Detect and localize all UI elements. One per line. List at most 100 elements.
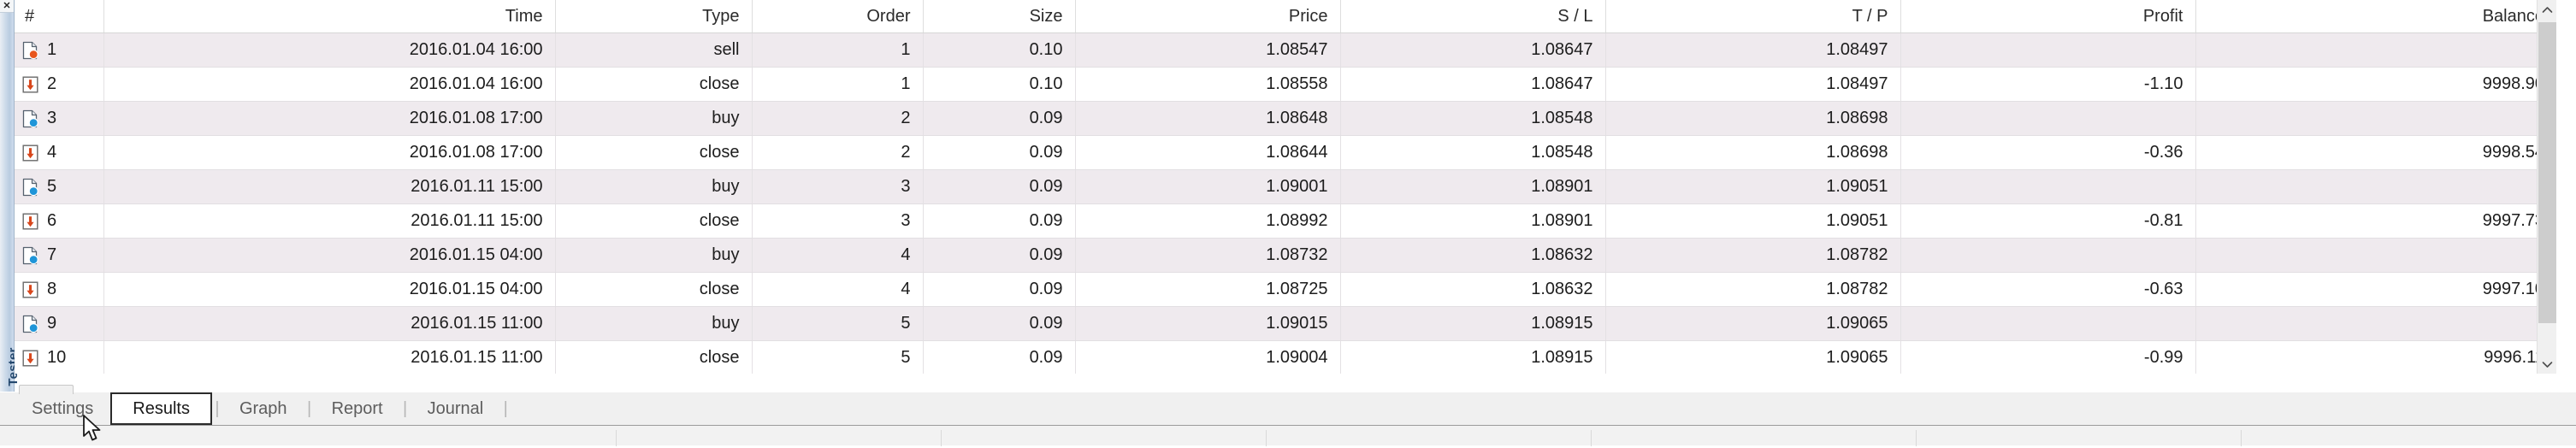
table-row[interactable]: 9 2016.01.15 11:00 buy 5 0.09 1.09015 1.08915 1…	[15, 306, 2556, 341]
cell-order: 1	[752, 32, 924, 68]
cell-id: 4	[15, 135, 104, 170]
cell-size: 0.09	[923, 135, 1076, 170]
cell-type: buy	[555, 238, 753, 273]
column-header-type[interactable]: Type	[555, 0, 753, 33]
scrollbar-track[interactable]	[2538, 19, 2556, 355]
table-row[interactable]: 1 2016.01.04 16:00 sell 1 0.10 1.08547 1.08647…	[15, 32, 2556, 68]
cell-time: 2016.01.08 17:00	[103, 135, 556, 170]
cell-price: 1.08732	[1075, 238, 1341, 273]
table-row[interactable]: 3 2016.01.08 17:00 buy 2 0.09 1.08648 1.08548 1…	[15, 101, 2556, 136]
cell-type: close	[555, 272, 753, 307]
table-row[interactable]: 2 2016.01.04 16:00 close 1 0.10 1.08558 1.0864…	[15, 67, 2556, 102]
tab-separator: |	[503, 398, 508, 418]
cell-profit	[1900, 101, 2196, 136]
tester-dock-strip: ✕ Tester	[0, 0, 21, 424]
tab-settings[interactable]: Settings	[15, 392, 110, 425]
cell-size: 0.09	[923, 238, 1076, 273]
results-table-container: # Time Type Order Size Price S / L T / P…	[15, 0, 2556, 374]
cell-tp: 1.09051	[1605, 203, 1901, 239]
column-header-id[interactable]: #	[15, 0, 104, 33]
tab-journal[interactable]: Journal	[411, 392, 501, 425]
tab-report[interactable]: Report	[315, 392, 400, 425]
deal-close-icon	[21, 349, 39, 368]
column-header-price[interactable]: Price	[1075, 0, 1341, 33]
cell-type: buy	[555, 306, 753, 341]
cell-balance: 9998.90	[2195, 67, 2556, 102]
table-row[interactable]: 7 2016.01.15 04:00 buy 4 0.09 1.08732 1.08632 1…	[15, 238, 2556, 273]
column-header-order[interactable]: Order	[752, 0, 924, 33]
cell-sl: 1.08548	[1340, 135, 1606, 170]
cell-size: 0.09	[923, 169, 1076, 204]
column-header-tp[interactable]: T / P	[1605, 0, 1901, 33]
cell-sl: 1.08632	[1340, 238, 1606, 273]
cell-balance	[2195, 101, 2556, 136]
cell-id: 8	[15, 272, 104, 307]
column-header-size[interactable]: Size	[923, 0, 1076, 33]
row-number: 6	[47, 211, 57, 230]
deal-close-icon	[21, 280, 39, 299]
vertical-scrollbar[interactable]	[2537, 0, 2556, 374]
cell-tp: 1.08782	[1605, 272, 1901, 307]
cell-time: 2016.01.15 04:00	[103, 272, 556, 307]
cell-time: 2016.01.04 16:00	[103, 67, 556, 102]
cell-sl: 1.08915	[1340, 340, 1606, 374]
cell-tp: 1.09051	[1605, 169, 1901, 204]
close-icon[interactable]: ✕	[0, 0, 14, 13]
cell-tp: 1.08497	[1605, 67, 1901, 102]
cell-balance: 9996.11	[2195, 340, 2556, 374]
cell-order: 3	[752, 169, 924, 204]
tab-graph[interactable]: Graph	[222, 392, 304, 425]
results-table: # Time Type Order Size Price S / L T / P…	[15, 0, 2556, 374]
table-row[interactable]: 8 2016.01.15 04:00 close 4 0.09 1.08725 1.0863…	[15, 272, 2556, 307]
column-header-profit[interactable]: Profit	[1900, 0, 2196, 33]
cell-tp: 1.09065	[1605, 306, 1901, 341]
table-row[interactable]: 4 2016.01.08 17:00 close 2 0.09 1.08644 1.0854…	[15, 135, 2556, 170]
scrollbar-thumb[interactable]	[2538, 22, 2556, 323]
deal-close-icon	[21, 144, 39, 162]
tester-tabs: Settings Results | Graph | Report | Journal |	[15, 392, 511, 425]
cell-type: close	[555, 135, 753, 170]
column-header-balance[interactable]: Balance	[2195, 0, 2556, 33]
cell-profit: -1.10	[1900, 67, 2196, 102]
cell-price: 1.09015	[1075, 306, 1341, 341]
cell-size: 0.09	[923, 272, 1076, 307]
tab-separator: |	[215, 398, 220, 418]
cell-size: 0.10	[923, 32, 1076, 68]
row-number: 7	[47, 245, 57, 264]
order-buy-icon	[21, 246, 39, 265]
row-number: 4	[47, 143, 57, 162]
cell-price: 1.09004	[1075, 340, 1341, 374]
cell-profit	[1900, 306, 2196, 341]
cell-type: buy	[555, 101, 753, 136]
cell-type: close	[555, 67, 753, 102]
cell-price: 1.08725	[1075, 272, 1341, 307]
table-row[interactable]: 5 2016.01.11 15:00 buy 3 0.09 1.09001 1.08901 1…	[15, 169, 2556, 204]
tab-separator: |	[306, 398, 312, 418]
cell-balance: 9998.54	[2195, 135, 2556, 170]
cell-size: 0.09	[923, 340, 1076, 374]
cell-order: 5	[752, 306, 924, 341]
cell-tp: 1.08698	[1605, 135, 1901, 170]
cell-time: 2016.01.11 15:00	[103, 169, 556, 204]
cell-order: 4	[752, 238, 924, 273]
tab-results[interactable]: Results	[110, 392, 212, 425]
cell-type: buy	[555, 169, 753, 204]
cell-sl: 1.08647	[1340, 32, 1606, 68]
cell-balance	[2195, 306, 2556, 341]
cell-id: 1	[15, 32, 104, 68]
column-header-time[interactable]: Time	[103, 0, 556, 33]
table-row[interactable]: 10 2016.01.15 11:00 close 5 0.09 1.09004 1.089…	[15, 340, 2556, 374]
table-body: 1 2016.01.04 16:00 sell 1 0.10 1.08547 1.08647…	[15, 32, 2556, 374]
cell-price: 1.08547	[1075, 32, 1341, 68]
table-row[interactable]: 6 2016.01.11 15:00 close 3 0.09 1.08992 1.0890…	[15, 203, 2556, 239]
cell-size: 0.09	[923, 306, 1076, 341]
cell-sl: 1.08901	[1340, 169, 1606, 204]
bottom-status-strip	[0, 425, 2576, 446]
column-header-sl[interactable]: S / L	[1340, 0, 1606, 33]
scroll-down-icon[interactable]	[2538, 355, 2556, 374]
cell-profit: -0.36	[1900, 135, 2196, 170]
row-number: 9	[47, 314, 57, 333]
cell-profit: -0.81	[1900, 203, 2196, 239]
scroll-up-icon[interactable]	[2538, 0, 2556, 19]
cell-id: 3	[15, 101, 104, 136]
